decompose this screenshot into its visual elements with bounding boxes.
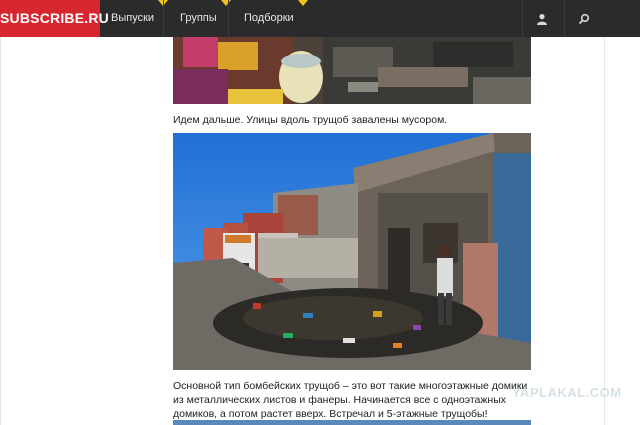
watermark-text: YAPLAKAL.COM [512, 385, 622, 400]
page-right-border [604, 37, 605, 425]
site-logo[interactable]: SUBSCRIBE.RU [0, 0, 109, 37]
nav-item-groups-label: Группы [180, 12, 217, 24]
nav-divider [163, 0, 164, 37]
nav-divider [228, 0, 229, 37]
nav-item-issues-label: Выпуски [111, 12, 155, 24]
nav-item-collections[interactable]: Подборки [244, 0, 308, 37]
top-navigation-bar: SUBSCRIBE.RU Выпуски Группы Подборки [0, 0, 640, 37]
article-photo-slum-street [173, 133, 531, 370]
article-paragraph: Идем дальше. Улицы вдоль трущоб завалены… [173, 114, 448, 126]
nav-item-issues[interactable]: Выпуски [111, 0, 169, 37]
article-photo-next [173, 420, 531, 425]
article-paragraph: Основной тип бомбейских трущоб – это вот… [173, 380, 528, 420]
nav-item-groups[interactable]: Группы [180, 0, 231, 37]
user-icon[interactable] [522, 0, 562, 37]
article-photo-market [173, 37, 531, 104]
nav-flag-icon [220, 0, 231, 6]
search-icon[interactable] [564, 0, 604, 37]
nav-item-collections-label: Подборки [244, 12, 294, 24]
nav-flag-icon [297, 0, 308, 6]
page-left-border [0, 37, 1, 425]
